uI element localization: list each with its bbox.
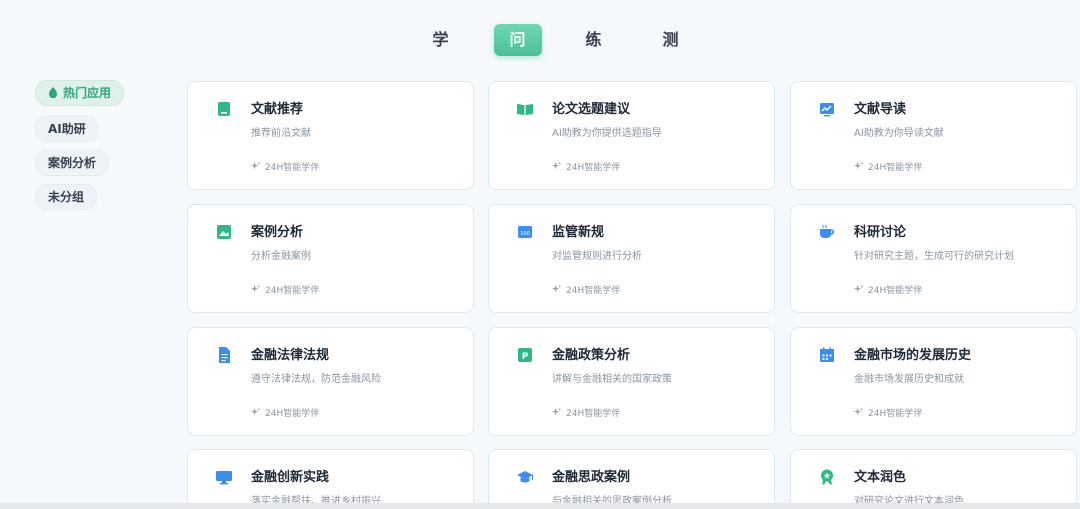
app-card[interactable]: 金融创新实践 落实金融帮扶、推进乡村振兴 (187, 449, 474, 509)
monitor-icon (216, 471, 232, 485)
notepad-icon: 100 (518, 226, 532, 238)
app-card[interactable]: P 金融政策分析讲解与金融相关的国家政策 24H智能学伴 (488, 327, 775, 436)
graduation-cap-icon (517, 471, 533, 483)
card-title: 金融创新实践 (251, 470, 330, 485)
card-description: AI助教为你导读文献 (854, 128, 944, 139)
card-title: 文献导读 (854, 102, 907, 117)
card-tag-label: 24H智能学伴 (566, 286, 621, 296)
card-tag: 24H智能学伴 (854, 160, 922, 173)
svg-text:P: P (522, 352, 529, 362)
coffee-cup-icon (820, 224, 835, 238)
sidebar-item-case-analysis[interactable]: 案例分析 (35, 150, 110, 176)
sparkle-icon (854, 408, 863, 416)
sparkle-icon (552, 162, 561, 170)
tablet-icon (218, 102, 230, 116)
sparkle-icon (854, 285, 863, 293)
sparkle-icon (552, 408, 561, 416)
award-badge-icon (821, 469, 833, 485)
card-tag-label: 24H智能学伴 (566, 409, 621, 419)
calendar-icon (820, 347, 834, 362)
card-title: 金融市场的发展历史 (854, 348, 972, 363)
trend-chart-icon (820, 103, 834, 117)
card-tag: 24H智能学伴 (552, 406, 620, 419)
card-description: 针对研究主题，生成可行的研究计划 (854, 251, 1014, 262)
card-description: 对监管规则进行分析 (552, 251, 642, 262)
card-title: 文本润色 (854, 470, 907, 485)
card-tag-label: 24H智能学伴 (868, 286, 923, 296)
sparkle-icon (251, 408, 260, 416)
tab-wen[interactable]: 问 (494, 24, 542, 56)
app-card[interactable]: 论文选题建议 AI助教为你提供选题指导 24H智能学伴 (488, 81, 775, 190)
card-tag: 24H智能学伴 (854, 406, 922, 419)
card-description: 讲解与金融相关的国家政策 (552, 374, 672, 385)
card-description: 遵守法律法规，防范金融风险 (251, 374, 381, 385)
sparkle-icon (251, 285, 260, 293)
open-book-icon (517, 104, 533, 115)
card-title: 文献推荐 (251, 102, 304, 117)
card-tag-label: 24H智能学伴 (566, 163, 621, 173)
tab-ce[interactable]: 测 (647, 24, 695, 56)
sparkle-icon (854, 162, 863, 170)
card-title: 金融政策分析 (552, 348, 631, 363)
app-card[interactable]: 案例分析分析金融案例 24H智能学伴 (187, 204, 474, 313)
app-card[interactable]: 科研讨论针对研究主题，生成可行的研究计划 24H智能学伴 (790, 204, 1077, 313)
sidebar-item-ungrouped[interactable]: 未分组 (35, 184, 98, 210)
leaf-icon (49, 87, 57, 99)
card-tag-label: 24H智能学伴 (868, 409, 923, 419)
document-icon (219, 347, 230, 363)
app-card[interactable]: 文本润色 对研究论文进行文本润色 (790, 449, 1077, 509)
card-description: 推荐前沿文献 (251, 128, 311, 139)
card-tag-label: 24H智能学伴 (868, 163, 923, 173)
card-description: AI助教为你提供选题指导 (552, 128, 662, 139)
card-description: 金融市场发展历史和成就 (854, 374, 964, 385)
tab-lian[interactable]: 练 (570, 24, 618, 56)
card-tag: 24H智能学伴 (552, 160, 620, 173)
card-title: 监管新规 (552, 225, 605, 240)
app-card[interactable]: 金融市场的发展历史金融市场发展历史和成就 24H智能学伴 (790, 327, 1077, 436)
card-tag-label: 24H智能学伴 (265, 286, 320, 296)
card-tag-label: 24H智能学伴 (265, 163, 320, 173)
sidebar-item-hot-apps[interactable]: 热门应用 (35, 80, 125, 106)
app-card[interactable]: 文献推荐推荐前沿文献 24H智能学伴 (187, 81, 474, 190)
card-title: 论文选题建议 (552, 102, 631, 117)
app-card[interactable]: 金融法律法规遵守法律法规，防范金融风险 24H智能学伴 (187, 327, 474, 436)
presentation-icon: P (518, 348, 532, 362)
svg-text:100: 100 (520, 231, 530, 237)
top-tabs: 学 问 练 测 (0, 24, 1080, 56)
card-tag: 24H智能学伴 (251, 406, 319, 419)
sidebar-item-label: 案例分析 (48, 156, 97, 170)
card-title: 金融法律法规 (251, 348, 330, 363)
card-tag-label: 24H智能学伴 (265, 409, 320, 419)
card-tag: 24H智能学伴 (854, 283, 922, 296)
sparkle-icon (251, 162, 260, 170)
card-tag: 24H智能学伴 (251, 283, 319, 296)
app-card[interactable]: 文献导读 AI助教为你导读文献 24H智能学伴 (790, 81, 1077, 190)
sidebar-item-label: 未分组 (48, 190, 85, 204)
card-description: 分析金融案例 (251, 251, 311, 262)
card-title: 科研讨论 (854, 225, 907, 240)
card-tag: 24H智能学伴 (552, 283, 620, 296)
card-title: 金融思政案例 (552, 470, 631, 485)
horizontal-scrollbar[interactable] (0, 503, 1080, 509)
tab-xue[interactable]: 学 (417, 24, 465, 56)
sidebar-item-label: 热门应用 (63, 86, 112, 100)
app-card[interactable]: 100 监管新规对监管规则进行分析 24H智能学伴 (488, 204, 775, 313)
card-tag: 24H智能学伴 (251, 160, 319, 173)
app-card[interactable]: 金融思政案例 与金融相关的思政案例分析 (488, 449, 775, 509)
sparkle-icon (552, 285, 561, 293)
image-icon (217, 225, 231, 239)
card-title: 案例分析 (251, 225, 304, 240)
sidebar-item-label: AI助研 (48, 122, 86, 136)
sidebar-item-ai-research[interactable]: AI助研 (35, 116, 99, 142)
